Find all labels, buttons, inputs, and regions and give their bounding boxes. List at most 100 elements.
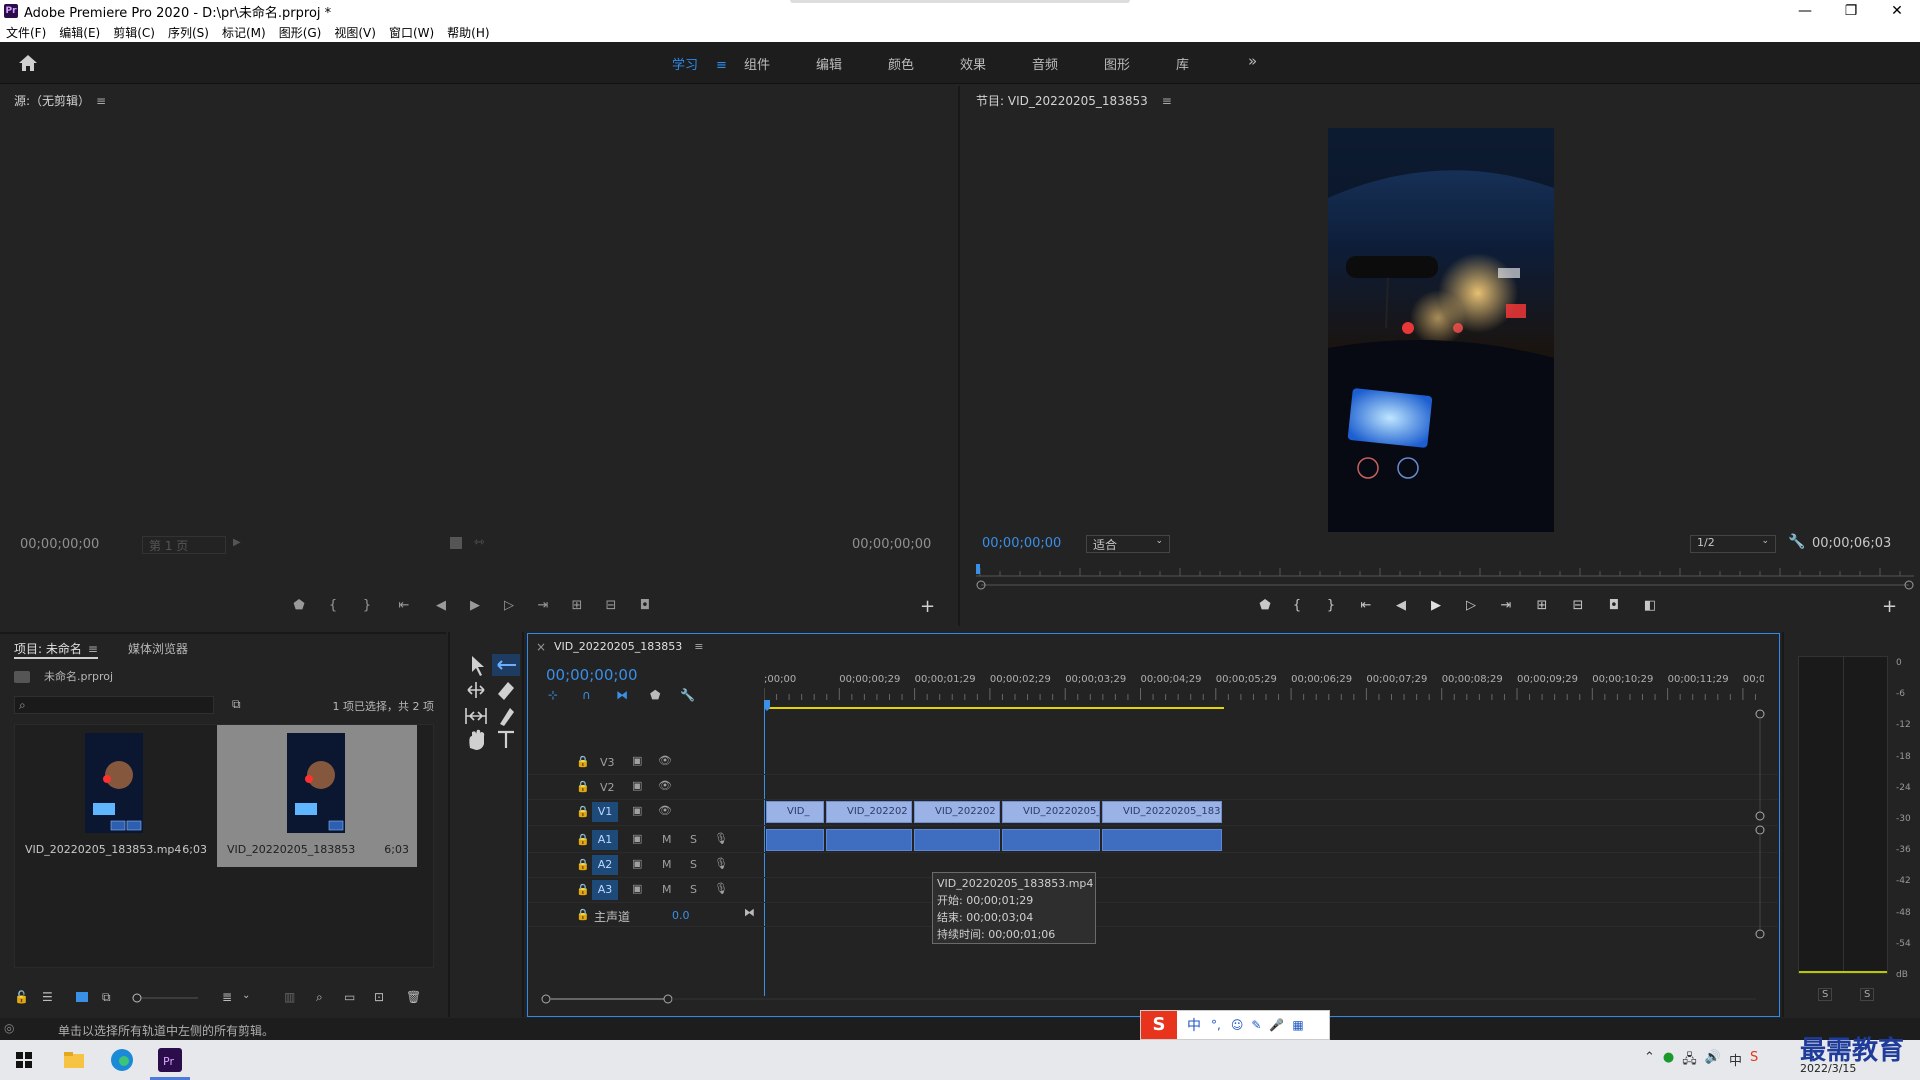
menu-markers[interactable]: 标记(M) [222,24,266,41]
tray-app-icon[interactable]: ● [1663,1050,1674,1072]
project-tab[interactable]: 项目: 未命名 ≡ [14,640,98,659]
track-output-icon[interactable]: ▣ [632,754,642,767]
timeline-horizontal-scrollbar[interactable] [540,992,1760,1006]
minimize-button[interactable]: — [1782,0,1828,22]
microphone-icon[interactable]: 🎙 [714,832,728,845]
emoji-icon[interactable]: ☺ [1231,1018,1244,1032]
track-target-a1[interactable]: A1 [592,830,618,850]
selection-tool-icon[interactable] [472,656,484,676]
menu-view[interactable]: 视图(V) [334,24,376,41]
mark-out-icon[interactable]: } [1314,598,1348,613]
track-lock-icon[interactable]: 🔒 [576,883,590,896]
panel-menu-icon[interactable]: ≡ [694,640,703,653]
insert-icon[interactable]: ⊞ [560,598,594,613]
close-sequence-icon[interactable]: × [536,640,546,654]
mark-out-icon[interactable]: } [350,598,384,613]
program-zoom-scrollbar[interactable] [976,580,1914,590]
wrench-icon[interactable]: 🔧 [1788,534,1805,550]
program-panel-title[interactable]: 节目: VID_20220205_183853 ≡ [976,92,1172,109]
step-back-icon[interactable]: ◀ [1384,598,1418,613]
volume-icon[interactable]: 🔊 [1705,1050,1721,1072]
microphone-icon[interactable]: 🎤 [1269,1018,1284,1032]
meter-solo-left[interactable]: S [1818,988,1833,1001]
restore-button[interactable]: ❐ [1828,0,1874,22]
video-clip[interactable]: VID_202202 [914,801,1000,823]
ripple-edit-tool-icon[interactable] [467,682,485,698]
workspace-tab-editing[interactable]: 编辑 [816,54,888,73]
audio-clip[interactable] [826,829,912,851]
icon-view-icon[interactable] [76,992,88,1002]
menu-sequence[interactable]: 序列(S) [168,24,209,41]
nest-toggle-icon[interactable]: ⊹ [548,688,558,702]
timeline-playhead-timecode[interactable]: 00;00;00;00 [546,666,638,684]
step-back-icon[interactable]: ◀ [424,598,458,613]
timeline-time-ruler[interactable]: ;00;00 00;00;00;29 00;00;01;29 00;00;02;29 0… [764,670,1764,714]
project-item-selected[interactable]: VID_20220205_183853 6;03 [217,725,417,867]
track-output-icon[interactable]: ▣ [632,882,642,895]
workspace-tab-effects[interactable]: 效果 [960,54,1032,73]
automate-to-sequence-icon[interactable]: ▥ [284,990,295,1004]
toolbox-icon[interactable]: ▦ [1292,1018,1303,1032]
go-to-out-icon[interactable]: ⇥ [1488,598,1524,613]
menu-edit[interactable]: 编辑(E) [59,24,100,41]
add-marker-icon[interactable]: ⬟ [650,688,660,702]
tray-lang[interactable]: 中 [1729,1050,1742,1072]
track-lock-icon[interactable]: 🔒 [576,780,590,793]
track-v1[interactable]: 🔒 V1 ▣ 👁 VID_ VID_202202 VID_202202 VID_… [528,800,1778,826]
go-to-in-icon[interactable]: ⇤ [1348,598,1384,613]
track-lock-icon[interactable]: 🔒 [576,833,590,846]
workspace-overflow-button[interactable]: » [1248,52,1257,70]
meter-solo-right[interactable]: S [1860,988,1875,1001]
source-add-button[interactable]: + [920,596,935,617]
microphone-icon[interactable]: 🎙 [714,857,728,870]
mark-in-icon[interactable]: { [316,598,350,613]
network-icon[interactable]: 🖧 [1682,1050,1697,1072]
track-output-icon[interactable]: ▣ [632,779,642,792]
media-browser-tab[interactable]: 媒体浏览器 [128,640,188,657]
hand-tool-icon[interactable] [469,729,485,750]
list-view-icon[interactable]: ☰ [42,990,53,1004]
timeline-vertical-scrollbars[interactable] [1754,706,1766,1006]
workspace-tab-color[interactable]: 颜色 [888,54,960,73]
track-output-icon[interactable]: ▣ [632,857,642,870]
razor-tool-icon[interactable] [498,682,514,700]
zoom-fit-dropdown[interactable]: 适合 ⌄ [1086,535,1170,553]
thumbnail-size-slider[interactable] [132,993,200,1003]
track-master[interactable]: 🔒 主声道 0.0 ⧓ [528,903,1778,927]
menu-window[interactable]: 窗口(W) [389,24,434,41]
eye-icon[interactable]: 👁 [658,779,672,792]
windows-start-icon[interactable] [10,1046,38,1074]
home-icon[interactable] [18,54,38,72]
type-tool-icon[interactable] [498,730,514,748]
track-a2[interactable]: 🔒 A2 ▣ M S 🎙 [528,853,1778,878]
track-lock-icon[interactable]: 🔒 [576,858,590,871]
premiere-taskbar-icon[interactable]: Pr [156,1046,184,1074]
track-lock-icon[interactable]: 🔒 [576,755,590,768]
snap-magnet-icon[interactable]: ∩ [582,688,591,702]
track-target-a2[interactable]: A2 [592,855,618,875]
mark-in-icon[interactable]: { [1280,598,1314,613]
lock-icon[interactable]: 🔓 [14,990,29,1004]
track-target-v1[interactable]: V1 [592,802,618,822]
marker-icon[interactable]: ⬟ [282,598,316,613]
marker-icon[interactable]: ⬟ [1250,598,1280,613]
program-video-frame[interactable] [1328,128,1554,532]
pen-tool-icon[interactable] [500,708,514,726]
step-forward-icon[interactable]: ▷ [1454,598,1488,613]
microphone-icon[interactable]: 🎙 [714,882,728,895]
video-clip[interactable]: VID_20220205_ [1002,801,1100,823]
eye-icon[interactable]: 👁 [658,804,672,817]
track-select-tool-icon[interactable] [492,654,520,676]
panel-menu-icon[interactable]: ≡ [88,642,98,656]
resolution-dropdown[interactable]: 1/2 ⌄ [1690,535,1776,553]
audio-clip[interactable] [1002,829,1100,851]
workspace-tab-learn[interactable]: 学习 ≡ [672,54,744,73]
new-bin-from-search-icon[interactable]: ⧉ [232,697,241,712]
pen-icon[interactable]: ✎ [1251,1018,1261,1032]
file-explorer-icon[interactable] [60,1046,88,1074]
project-search-input[interactable]: ⌕ [14,696,214,714]
panel-menu-icon[interactable]: ≡ [96,94,106,108]
play-icon[interactable]: ▶ [458,598,492,613]
play-arrow-icon[interactable]: ▶ [233,537,241,548]
video-clip[interactable]: VID_ [766,801,824,823]
